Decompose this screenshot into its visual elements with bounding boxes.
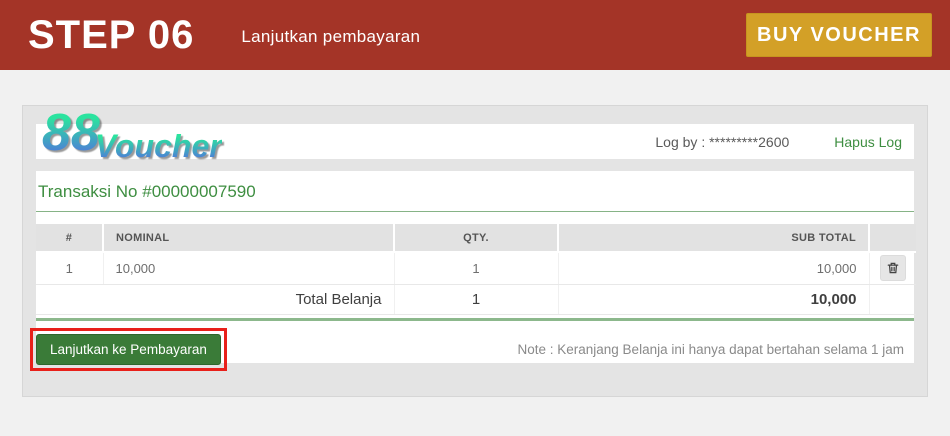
table-header-row: # NOMINAL QTY. SUB TOTAL <box>36 224 916 252</box>
total-row: Total Belanja 1 10,000 <box>36 284 916 314</box>
cell-subtotal: 10,000 <box>558 252 869 284</box>
88voucher-logo: 88 Voucher <box>42 113 222 155</box>
screen: STEP 06 Lanjutkan pembayaran BUY VOUCHER… <box>0 0 950 436</box>
transaction-number: Transaksi No #00000007590 <box>36 171 914 212</box>
voucher-card: 88 Voucher Log by : *********2600 Hapus … <box>22 105 928 397</box>
table-row: 1 10,000 1 10,000 <box>36 252 916 284</box>
card-footer: Lanjutkan ke Pembayaran Note : Keranjang… <box>36 321 914 371</box>
logo-88-text: 88 <box>42 113 100 155</box>
lanjutkan-pembayaran-button[interactable]: Lanjutkan ke Pembayaran <box>36 334 221 365</box>
step-subtitle: Lanjutkan pembayaran <box>241 27 420 47</box>
card-header: 88 Voucher Log by : *********2600 Hapus … <box>36 124 914 159</box>
cell-qty: 1 <box>394 252 558 284</box>
buy-voucher-button[interactable]: BUY VOUCHER <box>746 13 932 57</box>
hapus-log-link[interactable]: Hapus Log <box>834 134 902 150</box>
col-header-subtotal: SUB TOTAL <box>558 224 869 252</box>
cell-action <box>869 252 916 284</box>
col-header-nominal: NOMINAL <box>103 224 394 252</box>
total-label: Total Belanja <box>36 284 394 314</box>
cell-nominal: 10,000 <box>103 252 394 284</box>
cell-no: 1 <box>36 252 103 284</box>
step-banner: STEP 06 Lanjutkan pembayaran BUY VOUCHER <box>0 0 950 70</box>
annotation-highlight-box: Lanjutkan ke Pembayaran <box>30 328 227 371</box>
log-by-text: Log by : *********2600 <box>655 134 789 150</box>
card-body: Transaksi No #00000007590 # NOMINAL QTY.… <box>36 171 914 363</box>
total-subtotal: 10,000 <box>558 284 869 314</box>
cart-table: # NOMINAL QTY. SUB TOTAL 1 10,000 1 10,0… <box>36 224 916 315</box>
col-header-action <box>869 224 916 252</box>
col-header-qty: QTY. <box>394 224 558 252</box>
logo-voucher-text: Voucher <box>95 134 222 160</box>
total-qty: 1 <box>394 284 558 314</box>
step-title: STEP 06 <box>28 13 194 58</box>
delete-item-button[interactable] <box>880 255 906 281</box>
trash-icon <box>886 261 900 275</box>
col-header-no: # <box>36 224 103 252</box>
cart-expiry-note: Note : Keranjang Belanja ini hanya dapat… <box>517 342 904 357</box>
